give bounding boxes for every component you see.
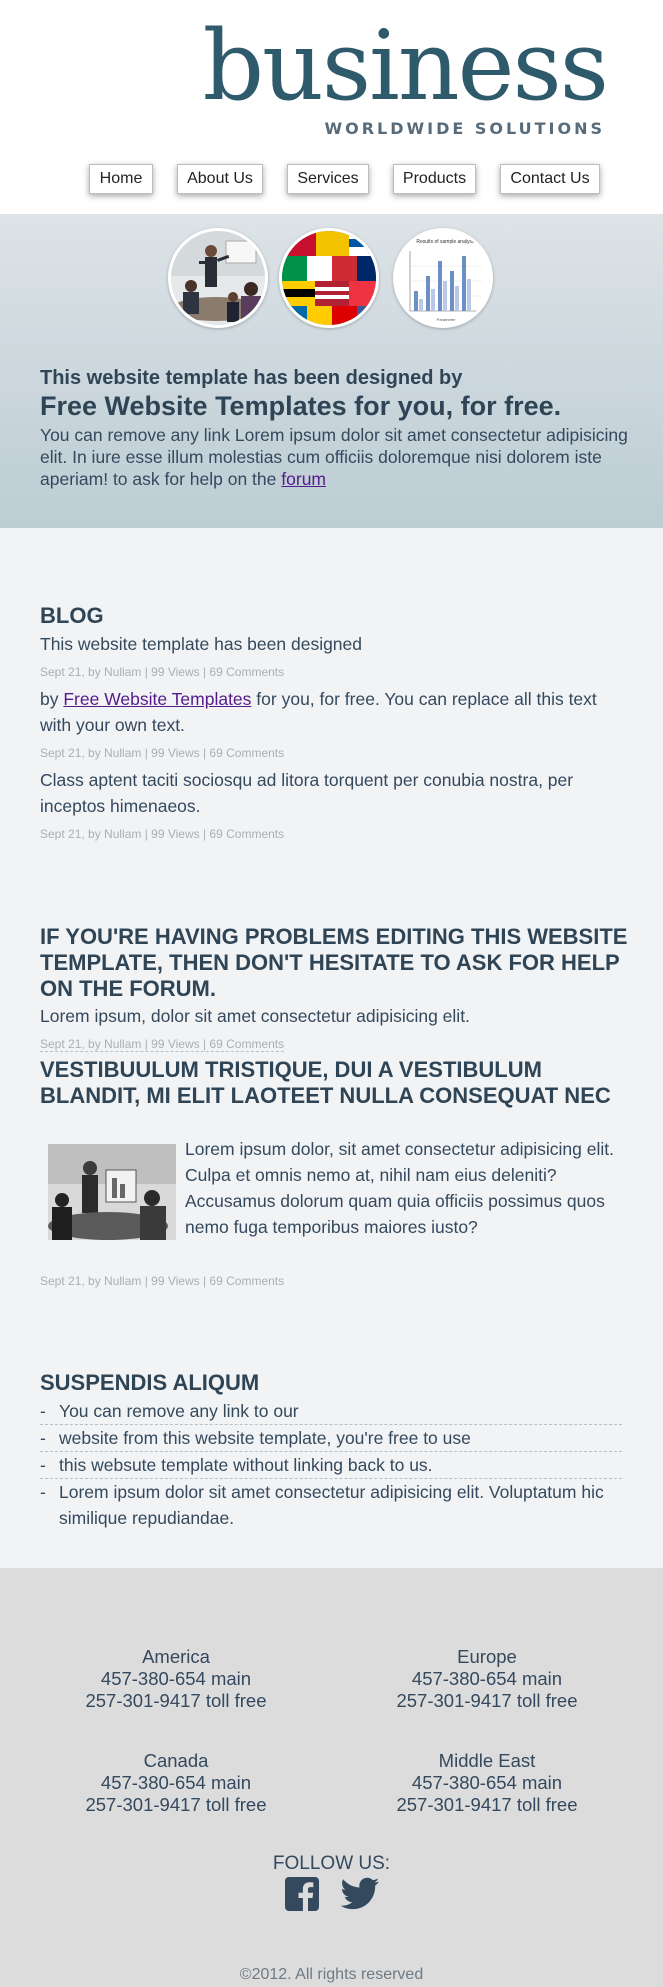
nav-products[interactable]: Products xyxy=(393,164,476,194)
blog-title: BLOG xyxy=(40,603,104,628)
copyright: ©2012. All rights reserved xyxy=(239,1966,424,1983)
office-region: Canada xyxy=(143,1750,209,1771)
vestibulum-text: Lorem ipsum dolor, sit amet consectetur … xyxy=(185,1139,614,1237)
office-region: Middle East xyxy=(438,1750,536,1771)
free-website-templates-link[interactable]: Free Website Templates xyxy=(63,689,251,709)
blog-post-1: This website template has been designed xyxy=(40,634,363,654)
office-main-phone: 457-380-654 main xyxy=(100,1772,252,1793)
office-canada: Canada 457-380-654 main 257-301-9417 tol… xyxy=(56,1750,296,1816)
problems-title: IF YOU'RE HAVING PROBLEMS EDITING THIS W… xyxy=(40,924,628,1001)
meeting-photo xyxy=(168,228,268,328)
blog-post-1-meta: Sept 21, by Nullam | 99 Views | 69 Comme… xyxy=(40,665,285,679)
hero-paragraph: You can remove any link Lorem ipsum dolo… xyxy=(40,424,640,490)
problems-meta: Sept 21, by Nullam | 99 Views | 69 Comme… xyxy=(40,1037,285,1052)
blog-post-3-meta: Sept 21, by Nullam | 99 Views | 69 Comme… xyxy=(40,827,285,841)
chart-title: Results of sample analysis xyxy=(416,239,476,245)
presentation-photo xyxy=(48,1144,176,1240)
nav-home[interactable]: Home xyxy=(89,164,153,194)
office-region: Europe xyxy=(457,1646,517,1667)
nav-contact-us[interactable]: Contact Us xyxy=(500,164,600,194)
office-toll-free: 257-301-9417 toll free xyxy=(85,1794,267,1815)
suspendis-title: SUSPENDIS ALIQUM xyxy=(40,1370,260,1395)
office-toll-free: 257-301-9417 toll free xyxy=(396,1794,578,1815)
office-middle-east: Middle East 457-380-654 main 257-301-941… xyxy=(367,1750,607,1816)
follow-us-label: FOLLOW US: xyxy=(272,1853,391,1874)
chart-xlabel: Parameter xyxy=(437,317,456,322)
chart-photo: Results of sample analysis Parameter xyxy=(393,228,493,328)
office-region: America xyxy=(142,1646,210,1667)
blog-post-3: Class aptent taciti sociosqu ad litora t… xyxy=(40,770,574,816)
hero-heading-1: This website template has been designed … xyxy=(40,367,463,389)
office-europe: Europe 457-380-654 main 257-301-9417 tol… xyxy=(367,1646,607,1712)
office-toll-free: 257-301-9417 toll free xyxy=(396,1690,578,1711)
logo-wordmark[interactable]: business xyxy=(203,18,609,114)
problems-text: Lorem ipsum, dolor sit amet consectetur … xyxy=(40,1006,470,1026)
office-main-phone: 457-380-654 main xyxy=(100,1668,252,1689)
vestibulum-title: VESTIBUULUM TRISTIQUE, DUI A VESTIBULUM … xyxy=(40,1057,611,1108)
office-main-phone: 457-380-654 main xyxy=(411,1772,563,1793)
office-toll-free: 257-301-9417 toll free xyxy=(85,1690,267,1711)
hero-paragraph-text: You can remove any link Lorem ipsum dolo… xyxy=(40,425,628,489)
forum-link[interactable]: forum xyxy=(281,469,326,489)
office-main-phone: 457-380-654 main xyxy=(411,1668,563,1689)
nav-services[interactable]: Services xyxy=(287,164,369,194)
twitter-icon[interactable] xyxy=(340,1876,379,1912)
list-item: - Lorem ipsum dolor sit amet consectetur … xyxy=(40,1482,604,1528)
blog-post-2-prefix: by xyxy=(40,689,59,709)
flags-photo xyxy=(279,228,379,328)
list-item: - website from this website template, you… xyxy=(40,1425,622,1452)
blog-post-2: by Free Website Templates for you, for f… xyxy=(40,686,630,738)
hero-heading-2: Free Website Templates for you, for free… xyxy=(40,391,562,421)
hero-banner: Results of sample analysis Parameter Thi… xyxy=(0,214,663,528)
vestibulum-meta: Sept 21, by Nullam | 99 Views | 69 Comme… xyxy=(40,1274,285,1288)
blog-post-2-meta: Sept 21, by Nullam | 99 Views | 69 Comme… xyxy=(40,746,285,760)
facebook-icon[interactable] xyxy=(284,1876,320,1912)
nav-about-us[interactable]: About Us xyxy=(177,164,263,194)
list-item: - this websute template without linking b… xyxy=(40,1452,622,1479)
header: business WORLDWIDE SOLUTIONS Home About … xyxy=(0,0,663,214)
office-america: America 457-380-654 main 257-301-9417 to… xyxy=(56,1646,296,1712)
logo-tagline: WORLDWIDE SOLUTIONS xyxy=(324,119,605,138)
list-item: - You can remove any link to our xyxy=(40,1398,622,1425)
